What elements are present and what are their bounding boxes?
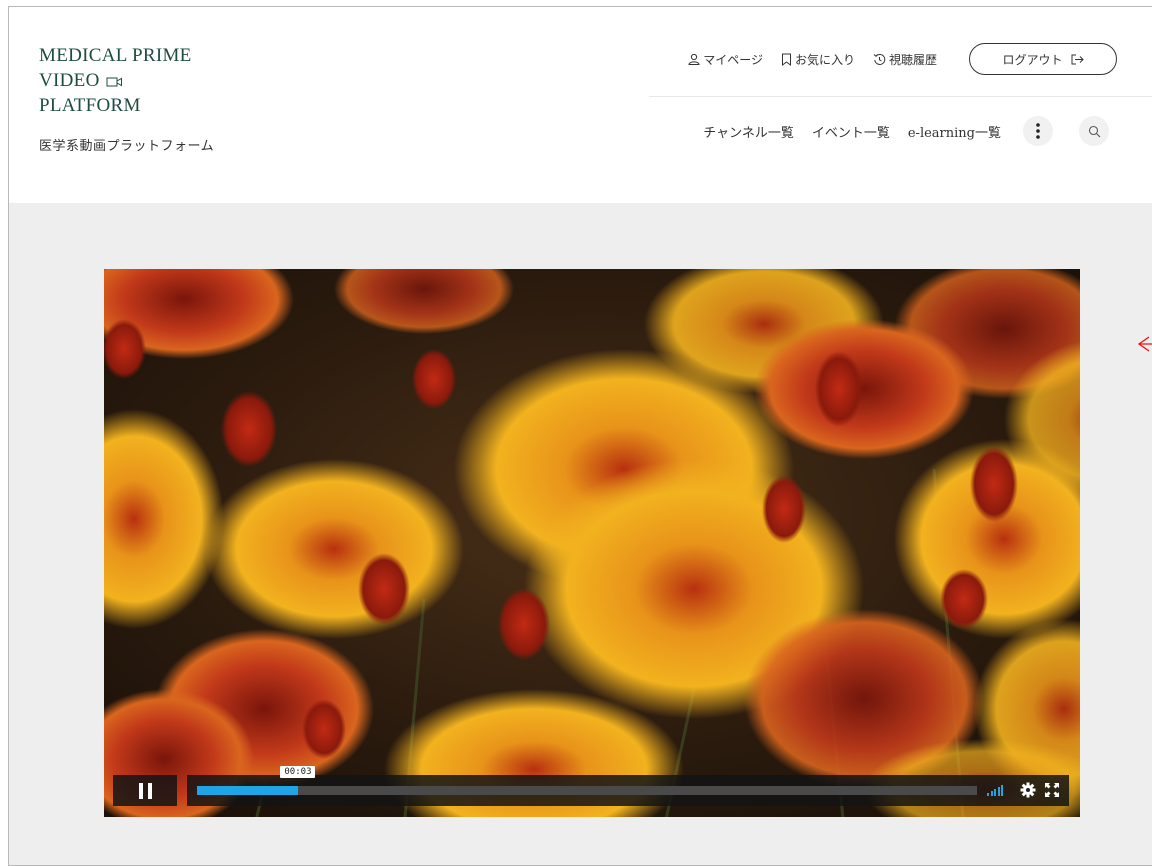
history-link[interactable]: 視聴履歴 (873, 51, 937, 68)
logout-label: ログアウト (1002, 52, 1063, 67)
header-divider (649, 96, 1152, 97)
volume-icon[interactable] (987, 784, 1005, 796)
user-icon (688, 53, 700, 65)
pause-icon-bar (147, 782, 152, 799)
nav-events[interactable]: イベント一覧 (812, 122, 890, 141)
top-nav: マイページ お気に入り 視聴履歴 ログアウト (688, 43, 1117, 75)
bookmark-icon (781, 53, 791, 66)
main-content: 00:03 (9, 203, 1152, 865)
fullscreen-icon[interactable] (1045, 783, 1059, 797)
progress-track[interactable]: 00:03 (197, 766, 977, 795)
nav-elearning[interactable]: e-learning一覧 (908, 122, 1001, 141)
more-menu-button[interactable] (1023, 116, 1053, 146)
logo-line-3: PLATFORM (39, 95, 141, 116)
logo-line-1: MEDICAL PRIME (39, 45, 192, 66)
site-logo[interactable]: MEDICAL PRIME VIDEO PLATFORM (39, 43, 192, 118)
site-subtitle: 医学系動画プラットフォーム (39, 139, 215, 154)
search-button[interactable] (1079, 116, 1109, 146)
page-frame: MEDICAL PRIME VIDEO PLATFORM 医学系動画プラットフォ… (8, 6, 1152, 866)
main-nav: チャンネル一覧 イベント一覧 e-learning一覧 (703, 116, 1109, 146)
more-vertical-icon (1036, 123, 1040, 139)
pause-button[interactable] (113, 775, 177, 806)
history-label: 視聴履歴 (888, 52, 937, 67)
red-arrow-annotation (1137, 336, 1152, 352)
nav-channels[interactable]: チャンネル一覧 (703, 122, 794, 141)
favorites-label: お気に入り (794, 52, 855, 67)
control-bar: 00:03 (187, 766, 1069, 806)
mypage-link[interactable]: マイページ (688, 51, 763, 68)
logo-line-2: VIDEO (39, 68, 192, 93)
pause-icon (138, 782, 143, 799)
history-icon (873, 53, 886, 65)
search-icon (1088, 125, 1100, 137)
video-camera-icon (106, 77, 122, 87)
gear-icon[interactable] (1020, 782, 1036, 798)
mypage-label: マイページ (703, 52, 763, 67)
video-player[interactable]: 00:03 (104, 269, 1080, 817)
logout-icon (1071, 54, 1084, 64)
time-tooltip: 00:03 (280, 766, 316, 778)
video-frame-image (104, 269, 1080, 817)
favorites-link[interactable]: お気に入り (781, 51, 855, 68)
player-controls: 00:03 (113, 766, 1069, 806)
site-header: MEDICAL PRIME VIDEO PLATFORM 医学系動画プラットフォ… (9, 7, 1152, 203)
progress-fill (197, 786, 299, 795)
logout-button[interactable]: ログアウト (969, 43, 1117, 75)
